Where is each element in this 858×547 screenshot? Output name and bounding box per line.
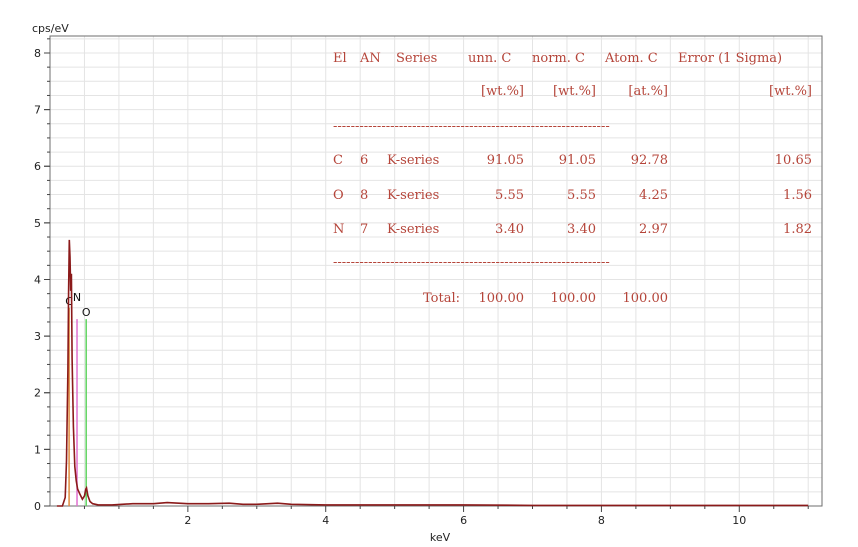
table-cell-value: 5.55 xyxy=(567,188,596,203)
table-cell-an: 7 xyxy=(360,222,368,237)
table-cell-value: 3.40 xyxy=(495,222,524,237)
eds-spectrum-chart: 2 4 6 8 10012345678 cps/eV keV C NO El AN Serie… xyxy=(0,0,858,547)
table-cell-series: K-series xyxy=(387,153,439,168)
table-cell-value: 1.56 xyxy=(783,188,812,203)
table-cell-series: K-series xyxy=(387,188,439,203)
y-tick-label: 3 xyxy=(34,330,41,343)
x-axis-label: keV xyxy=(430,531,451,544)
table-cell-element: O xyxy=(333,188,344,203)
table-cell-value: 1.82 xyxy=(783,222,812,237)
x-tick-label: 10 xyxy=(732,514,746,527)
marker-label-n: N xyxy=(73,291,81,304)
table-cell-value: 4.25 xyxy=(639,188,668,203)
table-separator: ----------------------------------------… xyxy=(333,119,610,134)
table-cell-value: 2.97 xyxy=(639,222,668,237)
table-cell-value: 91.05 xyxy=(487,153,524,168)
table-header-cell: El xyxy=(333,51,347,66)
table-unit-cell: [at.%] xyxy=(628,84,668,99)
marker-label-o: O xyxy=(82,306,91,319)
y-tick-label: 8 xyxy=(34,47,41,60)
table-cell-value: 91.05 xyxy=(559,153,596,168)
table-header-cell: AN xyxy=(359,51,381,66)
table-cell-value: 92.78 xyxy=(631,153,668,168)
y-tick-label: 2 xyxy=(34,387,41,400)
table-total-value: 100.00 xyxy=(479,291,525,306)
y-tick-label: 4 xyxy=(34,273,41,286)
y-axis-label: cps/eV xyxy=(32,22,69,35)
x-tick-label: 8 xyxy=(598,514,605,527)
y-tick-label: 5 xyxy=(34,217,41,230)
table-cell-value: 3.40 xyxy=(567,222,596,237)
table-unit-cell: [wt.%] xyxy=(769,84,812,99)
table-total-value: 100.00 xyxy=(551,291,597,306)
table-cell-an: 8 xyxy=(360,188,368,203)
x-tick-label: 4 xyxy=(322,514,329,527)
table-cell-element: C xyxy=(333,153,343,168)
table-unit-cell: [wt.%] xyxy=(553,84,596,99)
table-cell-series: K-series xyxy=(387,222,439,237)
table-total-value: 100.00 xyxy=(623,291,669,306)
table-unit-cell: [wt.%] xyxy=(481,84,524,99)
table-total-label: Total: xyxy=(423,291,460,306)
table-header-cell: Atom. C xyxy=(604,51,658,66)
y-tick-label: 0 xyxy=(34,500,41,513)
x-tick-label: 6 xyxy=(460,514,467,527)
y-tick-label: 6 xyxy=(34,160,41,173)
table-header-cell: Series xyxy=(396,51,437,66)
y-tick-label: 1 xyxy=(34,443,41,456)
table-cell-element: N xyxy=(333,222,344,237)
table-header-cell: Error (1 Sigma) xyxy=(678,51,782,66)
table-cell-value: 5.55 xyxy=(495,188,524,203)
table-header-cell: norm. C xyxy=(532,51,585,66)
x-tick-label: 2 xyxy=(184,514,191,527)
y-tick-label: 7 xyxy=(34,104,41,117)
table-separator: ----------------------------------------… xyxy=(333,255,610,270)
table-cell-value: 10.65 xyxy=(775,153,812,168)
table-header-cell: unn. C xyxy=(468,51,511,66)
table-cell-an: 6 xyxy=(360,153,368,168)
